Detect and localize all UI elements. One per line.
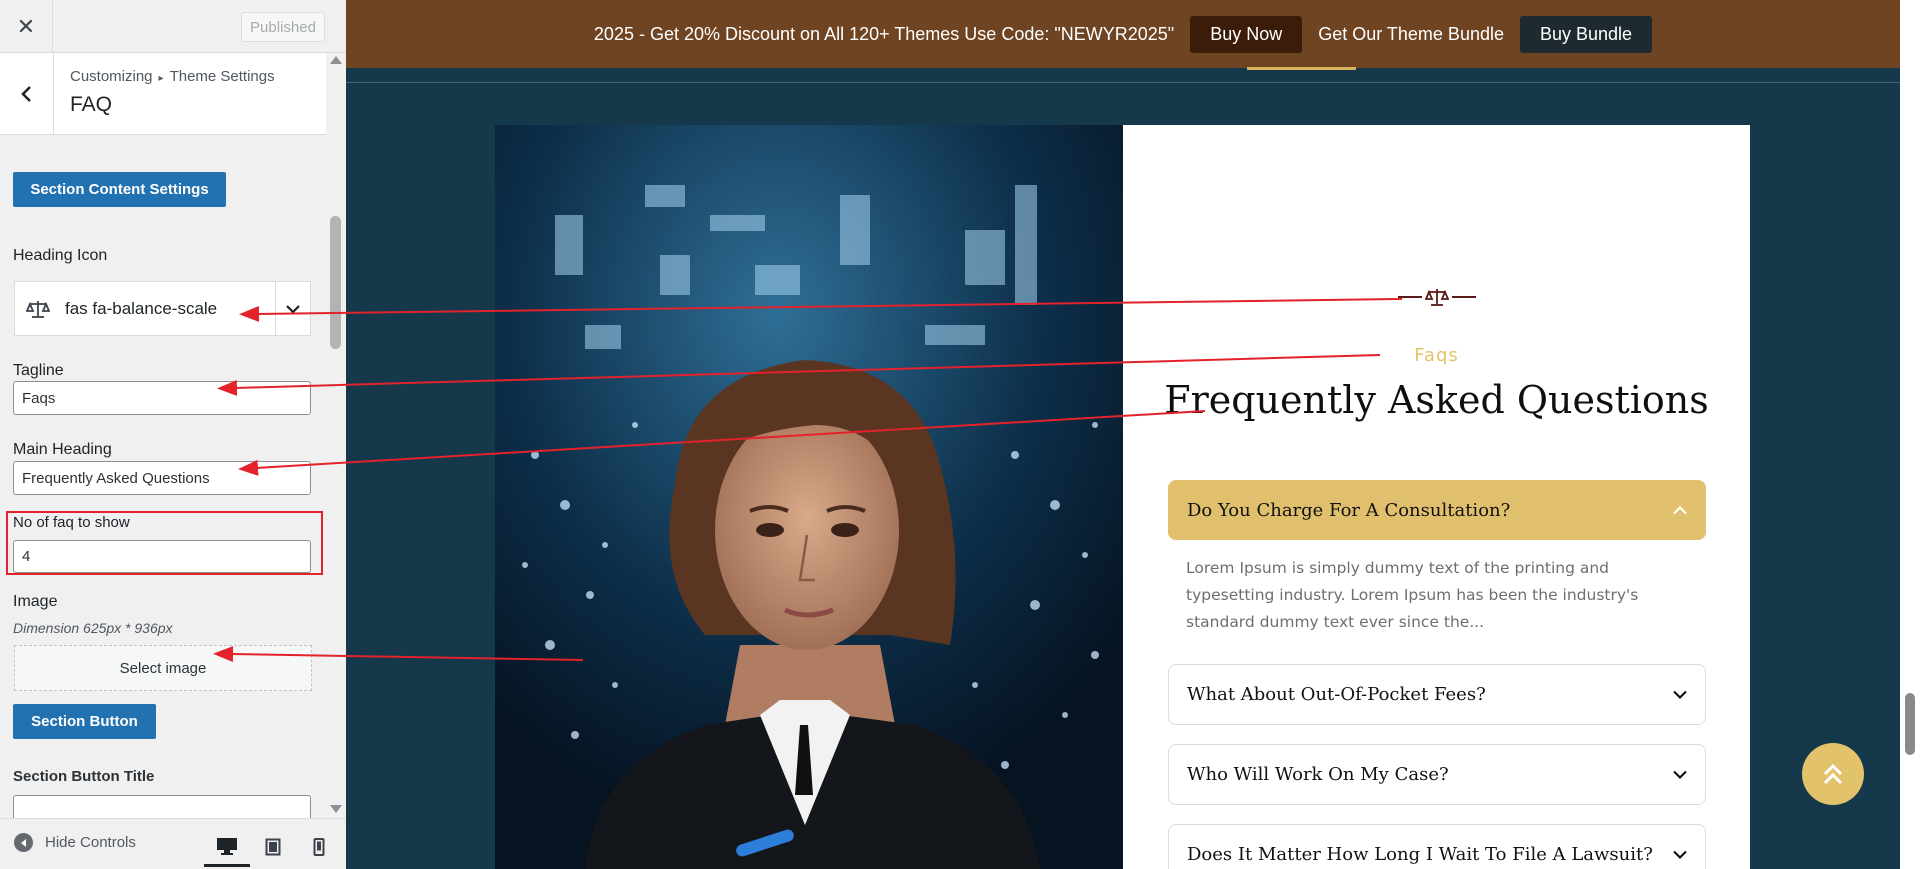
double-chevron-up-icon	[1823, 763, 1843, 785]
heading-icon-label: Heading Icon	[13, 247, 108, 264]
hide-controls-label: Hide Controls	[45, 834, 136, 851]
breadcrumb-separator: ▸	[158, 73, 164, 84]
chevron-down-icon	[1673, 850, 1687, 859]
faq-panel: Faqs Frequently Asked Questions Do You C…	[1123, 125, 1750, 869]
header-divider	[346, 82, 1900, 83]
faq-item-2[interactable]: What About Out-Of-Pocket Fees?	[1168, 664, 1706, 725]
mobile-icon	[313, 838, 325, 856]
faq-heading: Frequently Asked Questions	[1164, 378, 1709, 422]
mobile-preview-button[interactable]	[296, 827, 342, 867]
faq-question: What About Out-Of-Pocket Fees?	[1187, 684, 1486, 705]
tablet-icon	[265, 838, 281, 856]
image-label: Image	[13, 593, 58, 610]
close-customizer-button[interactable]: ✕	[0, 0, 53, 53]
controls-panel: Section Content Settings Heading Icon fa…	[0, 135, 326, 818]
heading-icon-value: fas fa-balance-scale	[65, 298, 218, 318]
faq-question: Does It Matter How Long I Wait To File A…	[1187, 844, 1653, 865]
chevron-down-icon	[1673, 690, 1687, 699]
customizer-top-bar: ✕ Published	[0, 0, 346, 53]
buy-now-button[interactable]: Buy Now	[1190, 15, 1303, 53]
icon-divider-right	[1451, 296, 1476, 298]
scroll-up-arrow-icon[interactable]	[330, 56, 342, 64]
balance-scale-icon	[1424, 289, 1449, 306]
bundle-text: Get Our Theme Bundle	[1318, 23, 1504, 44]
main-heading-label: Main Heading	[13, 441, 112, 458]
select-image-button[interactable]: Select image	[14, 645, 312, 691]
sidebar-scrollbar[interactable]	[326, 53, 346, 818]
icon-divider-left	[1397, 296, 1422, 298]
customizer-footer: Hide Controls	[0, 818, 346, 869]
section-content-settings-button[interactable]: Section Content Settings	[13, 172, 226, 207]
desktop-preview-button[interactable]	[204, 827, 250, 867]
balance-scale-icon	[26, 299, 50, 319]
section-title: FAQ	[70, 93, 113, 116]
main-heading-input[interactable]: Frequently Asked Questions	[13, 461, 311, 495]
header-accent-bar	[1247, 67, 1356, 70]
faq-count-label: No of faq to show	[13, 514, 130, 531]
site-preview: 2025 - Get 20% Discount on All 120+ Them…	[346, 0, 1900, 869]
chevron-down-icon	[1673, 770, 1687, 779]
chevron-down-icon[interactable]	[275, 282, 310, 335]
heading-icon-row	[1123, 287, 1750, 307]
close-icon: ✕	[16, 13, 36, 39]
faq-question: Do You Charge For A Consultation?	[1187, 499, 1511, 521]
faq-item-1[interactable]: Do You Charge For A Consultation?	[1168, 480, 1706, 540]
preview-scrollbar[interactable]	[1900, 0, 1920, 869]
faq-item-3[interactable]: Who Will Work On My Case?	[1168, 744, 1706, 805]
buy-bundle-button[interactable]: Buy Bundle	[1519, 15, 1653, 53]
promo-bar: 2025 - Get 20% Discount on All 120+ Them…	[346, 0, 1900, 68]
customizer-sidebar: ✕ Published Customizing ▸ Theme Settings F…	[0, 0, 346, 869]
collapse-arrow-icon	[14, 833, 33, 852]
back-button[interactable]	[0, 53, 54, 135]
tagline-input[interactable]: Faqs	[13, 381, 311, 415]
faq-count-input[interactable]: 4	[13, 540, 311, 573]
faq-question: Who Will Work On My Case?	[1187, 764, 1449, 785]
scroll-down-arrow-icon[interactable]	[330, 805, 342, 813]
breadcrumb-parent: Theme Settings	[169, 68, 275, 85]
published-button[interactable]: Published	[241, 12, 325, 42]
chevron-left-icon	[20, 86, 31, 102]
image-dimension-note: Dimension 625px * 936px	[13, 620, 173, 636]
tablet-preview-button[interactable]	[250, 827, 296, 867]
faq-answer: Lorem Ipsum is simply dummy text of the …	[1186, 559, 1639, 631]
faq-item-4[interactable]: Does It Matter How Long I Wait To File A…	[1168, 824, 1706, 869]
section-header: Customizing ▸ Theme Settings FAQ	[0, 53, 326, 135]
section-button-settings-button[interactable]: Section Button	[13, 704, 156, 739]
section-button-title-input[interactable]	[13, 795, 311, 818]
section-button-title-label: Section Button Title	[13, 768, 155, 785]
hide-controls-button[interactable]: Hide Controls	[14, 833, 136, 852]
faq-section-image	[495, 125, 1123, 869]
desktop-icon	[217, 837, 237, 855]
scroll-to-top-button[interactable]	[1802, 743, 1864, 805]
breadcrumb: Customizing ▸ Theme Settings	[70, 68, 275, 85]
promo-text: 2025 - Get 20% Discount on All 120+ Them…	[593, 23, 1175, 44]
chevron-up-icon	[1673, 505, 1687, 515]
heading-icon-picker[interactable]: fas fa-balance-scale	[14, 281, 311, 336]
breadcrumb-root: Customizing	[70, 68, 153, 85]
sidebar-scrollbar-thumb[interactable]	[330, 216, 341, 349]
tagline-label: Tagline	[13, 362, 64, 379]
preview-scrollbar-thumb[interactable]	[1905, 693, 1915, 755]
faq-tagline: Faqs	[1414, 345, 1459, 366]
